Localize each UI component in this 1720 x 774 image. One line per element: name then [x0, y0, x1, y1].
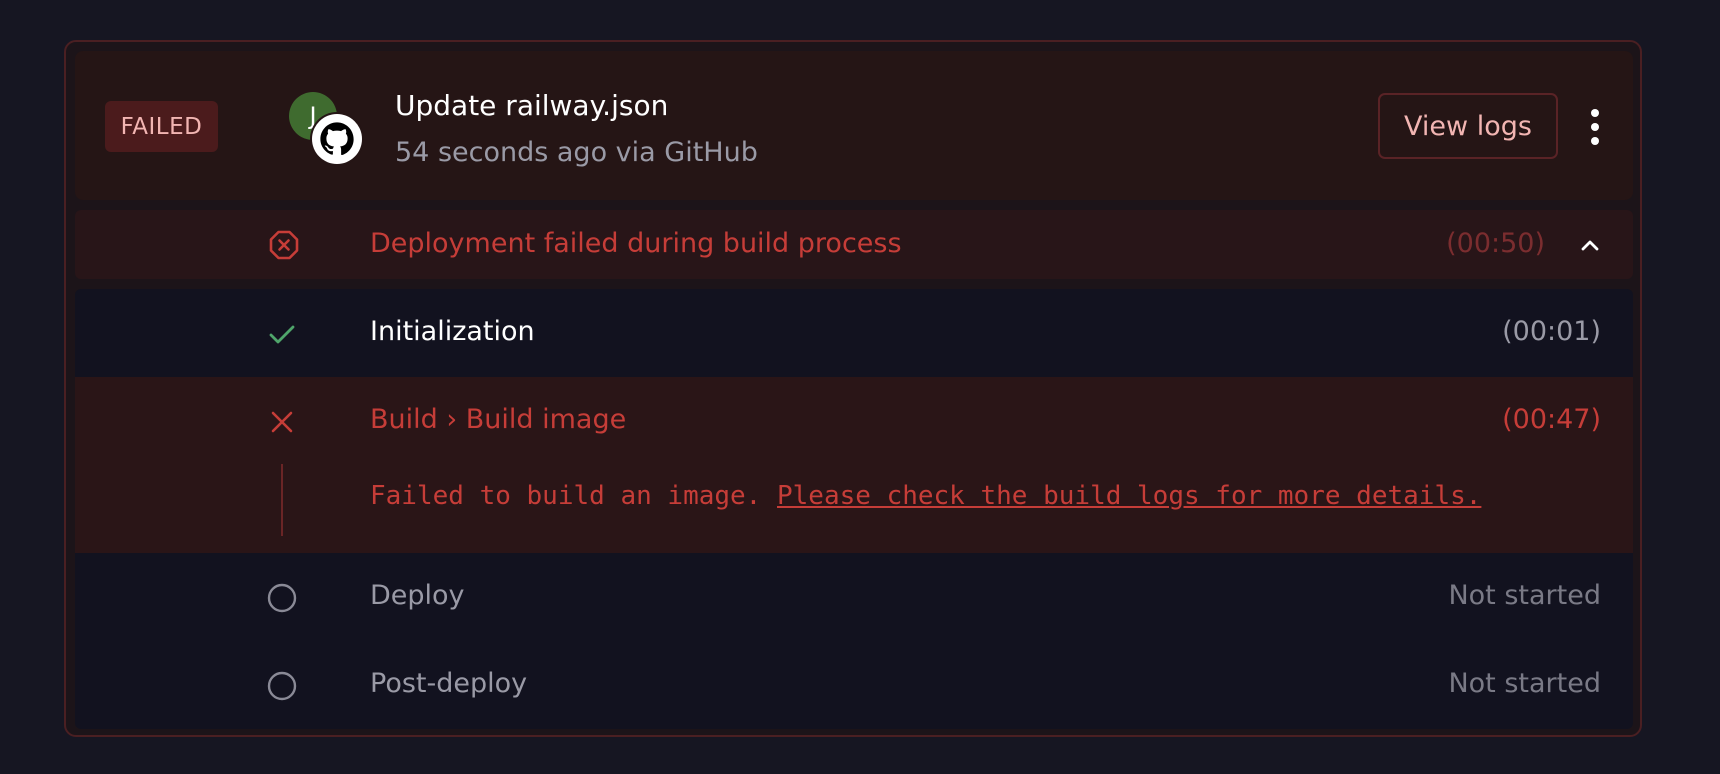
scrolled-content-edge — [0, 0, 1720, 6]
failure-summary-row[interactable]: Deployment failed during build process (… — [75, 210, 1633, 279]
more-dot — [1591, 123, 1599, 131]
build-logs-link[interactable]: Please check the build logs for more det… — [777, 481, 1481, 511]
deployment-steps: Initialization (00:01) Build › Build ima… — [75, 289, 1633, 729]
step-time: Not started — [1448, 668, 1601, 699]
step-label: Initialization — [370, 316, 535, 347]
more-dot — [1591, 109, 1599, 117]
github-icon — [312, 114, 362, 164]
step-label: Deploy — [370, 580, 465, 611]
step-post-deploy: Post-deploy Not started — [75, 641, 1633, 729]
close-icon — [271, 411, 293, 433]
check-icon — [269, 325, 295, 344]
step-deploy: Deploy Not started — [75, 553, 1633, 641]
page: FAILED J Update railway.json 54 seconds … — [0, 0, 1720, 774]
deployment-card: FAILED J Update railway.json 54 seconds … — [64, 40, 1642, 737]
step-build: Build › Build image (00:47) Failed to bu… — [75, 377, 1633, 553]
more-dot — [1591, 137, 1599, 145]
x-octagon-icon — [269, 230, 299, 260]
commit-title: Update railway.json — [395, 89, 669, 122]
step-time: (00:01) — [1502, 316, 1601, 347]
error-indent-line — [281, 464, 283, 536]
step-label: Post-deploy — [370, 668, 528, 699]
circle-icon — [267, 671, 297, 701]
commit-meta: 54 seconds ago via GitHub — [395, 137, 758, 168]
error-message: Failed to build an image. Please check t… — [370, 481, 1481, 511]
circle-icon — [267, 583, 297, 613]
status-badge: FAILED — [105, 101, 218, 152]
more-options-icon[interactable] — [1580, 99, 1610, 155]
error-text: Failed to build an image. — [370, 481, 762, 511]
step-time: Not started — [1448, 580, 1601, 611]
github-icon-svg — [320, 122, 354, 156]
failure-summary-time: (00:50) — [1446, 228, 1545, 259]
failure-summary-text: Deployment failed during build process — [370, 228, 902, 259]
step-initialization: Initialization (00:01) — [75, 289, 1633, 377]
deployment-header: FAILED J Update railway.json 54 seconds … — [75, 51, 1633, 200]
step-label: Build › Build image — [370, 404, 627, 435]
chevron-up-icon[interactable] — [1575, 230, 1605, 260]
step-time: (00:47) — [1502, 404, 1601, 435]
view-logs-button[interactable]: View logs — [1378, 93, 1558, 159]
